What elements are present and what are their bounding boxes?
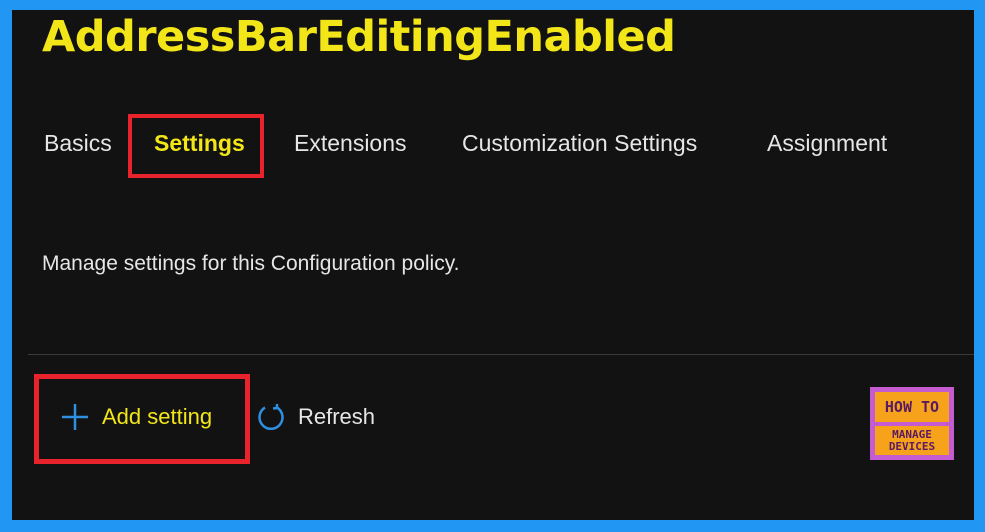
divider <box>28 354 974 355</box>
refresh-icon <box>256 402 286 432</box>
tab-assignment[interactable]: Assignment <box>767 130 887 157</box>
settings-tab-highlight-box <box>128 114 264 178</box>
plus-icon <box>60 402 90 432</box>
logo-line-1: HOW TO <box>875 392 949 422</box>
page-description: Manage settings for this Configuration p… <box>42 252 460 275</box>
add-setting-label: Add setting <box>102 404 213 429</box>
howtomanagedevices-logo: HOW TO MANAGE DEVICES <box>870 387 954 460</box>
refresh-button[interactable]: Refresh <box>256 402 375 432</box>
logo-line-2: MANAGE <box>892 427 932 441</box>
policy-title: AddressBarEditingEnabled <box>42 12 676 62</box>
policy-editor-panel: AddressBarEditingEnabled Basics Settings… <box>12 10 974 520</box>
tab-extensions[interactable]: Extensions <box>294 130 407 157</box>
add-setting-button[interactable]: Add setting <box>60 402 212 432</box>
logo-lower-block: MANAGE DEVICES <box>875 426 949 455</box>
tab-basics[interactable]: Basics <box>44 130 112 157</box>
refresh-label: Refresh <box>298 404 376 429</box>
logo-line-3: DEVICES <box>888 439 936 453</box>
tab-customization-settings[interactable]: Customization Settings <box>462 130 697 157</box>
